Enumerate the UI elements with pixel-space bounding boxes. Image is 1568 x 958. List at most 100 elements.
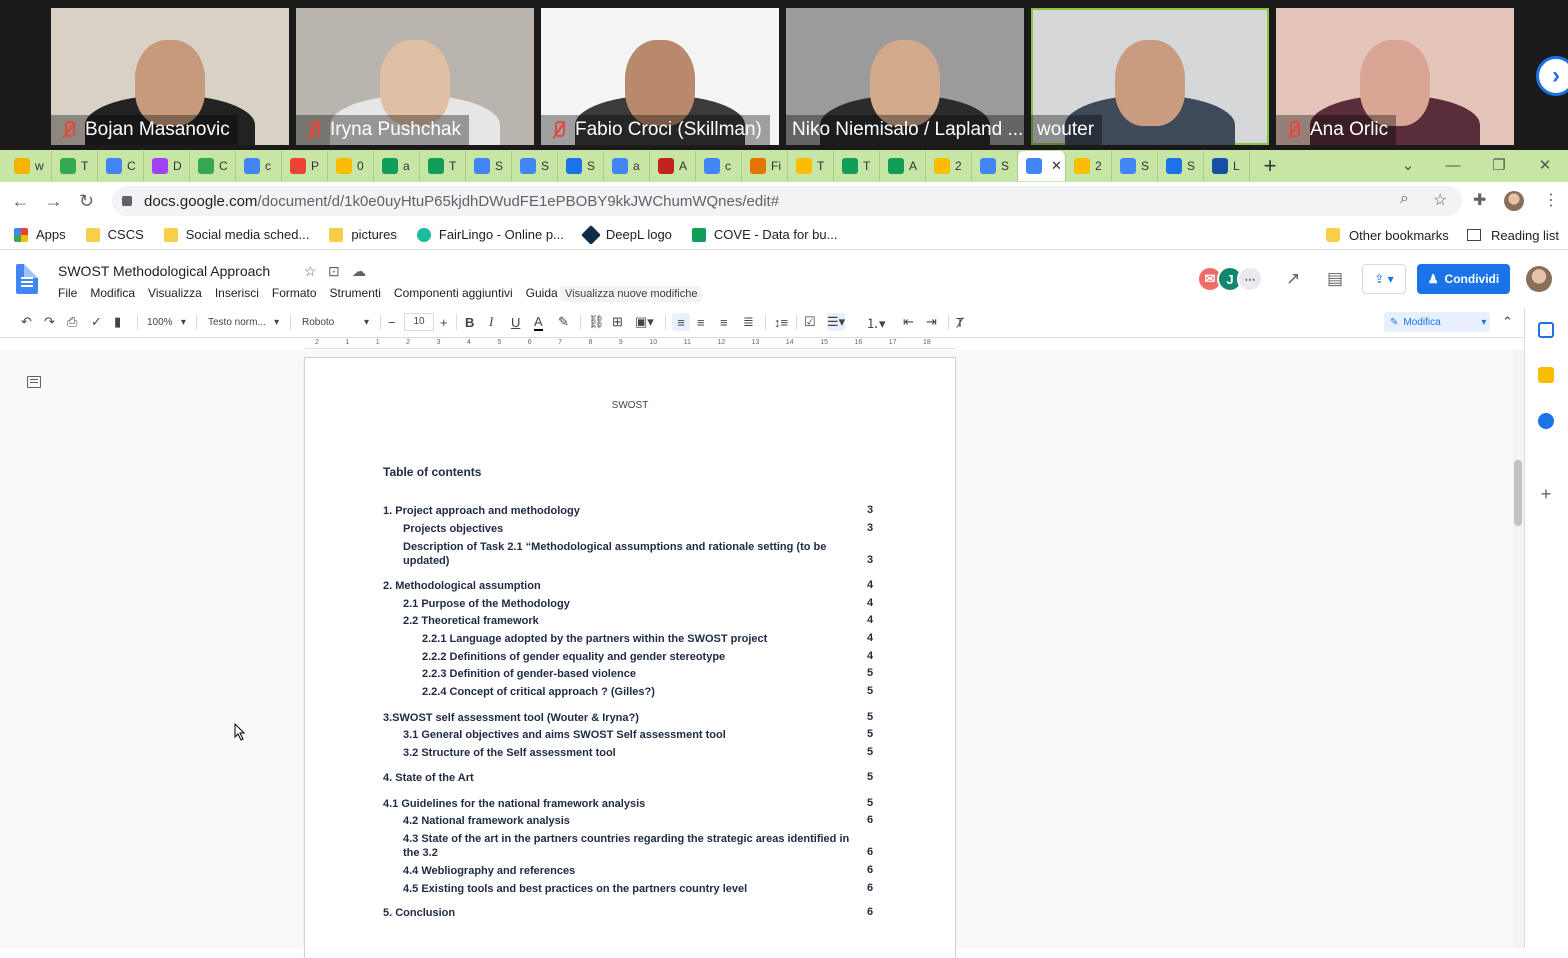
insert-image-icon[interactable]: ▣▾	[635, 313, 654, 331]
browser-tab[interactable]: A	[650, 151, 696, 181]
toc-entry[interactable]: 4.3 State of the art in the partners cou…	[403, 832, 862, 860]
decrease-indent-icon[interactable]: ⇤	[903, 313, 914, 331]
collapse-menus-icon[interactable]: ⌃	[1502, 313, 1513, 331]
toc-entry[interactable]: 5. Conclusion	[383, 906, 862, 920]
toc-entry[interactable]: 4.2 National framework analysis	[403, 814, 862, 828]
toc-entry[interactable]: 3.2 Structure of the Self assessment too…	[403, 746, 862, 760]
spellcheck-icon[interactable]: ✓	[91, 313, 102, 331]
decrease-font-size-button[interactable]: −	[388, 313, 396, 331]
participant-tile[interactable]: Bojan Masanovic	[51, 8, 289, 145]
bookmark-item[interactable]: pictures	[329, 227, 397, 242]
toc-entry[interactable]: 2. Methodological assumption	[383, 579, 862, 593]
clear-formatting-icon[interactable]: Ⱦ	[956, 313, 964, 331]
tab-search-icon[interactable]: ⌄	[1385, 150, 1431, 180]
forward-icon[interactable]: →	[37, 191, 70, 212]
menu-item[interactable]: File	[58, 286, 77, 300]
bookmark-item[interactable]: COVE - Data for bu...	[691, 227, 837, 242]
browser-tab[interactable]: 2	[926, 151, 972, 181]
participant-tile[interactable]: Fabio Croci (Skillman)	[541, 8, 779, 145]
keep-icon[interactable]	[1538, 367, 1554, 383]
add-addon-icon[interactable]: +	[1538, 485, 1554, 503]
calendar-icon[interactable]	[1538, 322, 1554, 338]
move-folder-icon[interactable]: ⊡	[328, 263, 340, 280]
increase-indent-icon[interactable]: ⇥	[926, 313, 937, 331]
browser-tab[interactable]: C	[98, 151, 144, 181]
scrollbar-thumb[interactable]	[1514, 460, 1522, 526]
zoom-icon[interactable]: ⌕	[1400, 190, 1409, 208]
tasks-icon[interactable]	[1538, 413, 1554, 429]
browser-tab[interactable]: C	[190, 151, 236, 181]
toc-entry[interactable]: 2.1 Purpose of the Methodology	[403, 597, 862, 611]
toc-entry[interactable]: Projects objectives	[403, 522, 862, 536]
print-icon[interactable]: ⎙	[67, 313, 77, 331]
restore-icon[interactable]: ❐	[1476, 150, 1522, 180]
paint-format-icon[interactable]: ▮	[114, 313, 121, 331]
participant-tile[interactable]: wouter	[1031, 8, 1269, 145]
checklist-icon[interactable]: ☑	[804, 313, 816, 331]
toc-entry[interactable]: 3.SWOST self assessment tool (Wouter & I…	[383, 711, 862, 725]
toc-entry[interactable]: 4.5 Existing tools and best practices on…	[403, 882, 862, 896]
bookmark-item[interactable]: DeepL logo	[580, 224, 672, 245]
browser-tab[interactable]: a	[604, 151, 650, 181]
menu-item[interactable]: Guida	[526, 286, 558, 300]
docs-logo-icon[interactable]	[16, 264, 38, 294]
browser-tab[interactable]: T	[834, 151, 880, 181]
italic-button[interactable]: I	[489, 313, 493, 331]
participant-tile[interactable]: Ana Orlic	[1276, 8, 1514, 145]
style-select[interactable]: Testo norm... ▾	[208, 313, 279, 331]
insert-link-icon[interactable]: ⛓	[588, 313, 605, 331]
highlight-color-icon[interactable]: ✎	[558, 313, 569, 331]
browser-tab[interactable]: Fi	[742, 151, 788, 181]
align-justify-icon[interactable]: ≣	[743, 313, 754, 331]
browser-tab[interactable]: T	[52, 151, 98, 181]
browser-tab[interactable]: S	[466, 151, 512, 181]
text-color-button[interactable]: A	[534, 313, 543, 331]
bookmark-star-icon[interactable]: ☆	[1433, 190, 1447, 210]
insert-comment-icon[interactable]: ⊞	[612, 313, 623, 331]
toc-entry[interactable]: 2.2.4 Concept of critical approach ? (Gi…	[422, 685, 862, 699]
browser-tab[interactable]: 2	[1066, 151, 1112, 181]
toc-entry[interactable]: Description of Task 2.1 “Methodological …	[403, 540, 862, 568]
menu-item[interactable]: Formato	[272, 286, 317, 300]
align-left-icon[interactable]: ≡	[672, 313, 690, 331]
document-title[interactable]: SWOST Methodological Approach	[58, 263, 270, 279]
align-right-icon[interactable]: ≡	[720, 313, 728, 331]
close-window-icon[interactable]: ✕	[1522, 150, 1568, 180]
extensions-icon[interactable]: ✚	[1473, 190, 1486, 210]
browser-tab[interactable]: S	[972, 151, 1018, 181]
new-tab-button[interactable]: +	[1250, 153, 1290, 179]
bookmark-item[interactable]: FairLingo - Online p...	[416, 227, 564, 242]
bulleted-list-icon[interactable]: ☰▾	[827, 313, 846, 331]
toc-entry[interactable]: 1. Project approach and methodology	[383, 504, 862, 518]
browser-tab[interactable]: 0	[328, 151, 374, 181]
menu-item[interactable]: Inserisci	[215, 286, 259, 300]
toc-entry[interactable]: 4. State of the Art	[383, 771, 862, 785]
browser-tab[interactable]: T	[788, 151, 834, 181]
redo-icon[interactable]: ↷	[44, 313, 55, 331]
editing-mode-select[interactable]: ✎ Modifica ▾	[1384, 312, 1490, 332]
address-bar[interactable]: docs.google.com/document/d/1k0e0uyHtuP65…	[112, 186, 1462, 216]
document-outline-icon[interactable]	[27, 376, 41, 388]
bookmark-item[interactable]: CSCS	[85, 227, 144, 242]
menu-item[interactable]: Strumenti	[330, 286, 381, 300]
ruler[interactable]: 2 1 1 2 3 4 5 6 7 8 9 10 11 12 13 14 15 16 17 18	[305, 339, 955, 349]
browser-tab[interactable]: D	[144, 151, 190, 181]
browser-tab[interactable]: P	[282, 151, 328, 181]
browser-tab[interactable]: S	[1112, 151, 1158, 181]
toc-entry[interactable]: 2.2.3 Definition of gender-based violenc…	[422, 667, 862, 681]
tab-close-icon[interactable]: ✕	[1051, 158, 1062, 174]
toc-entry[interactable]: 4.1 Guidelines for the national framewor…	[383, 797, 862, 811]
activity-trend-icon[interactable]: ↗	[1286, 269, 1300, 289]
align-center-icon[interactable]: ≡	[697, 313, 705, 331]
toc-entry[interactable]: 4.4 Webliography and references	[403, 864, 862, 878]
menu-item[interactable]: Visualizza	[148, 286, 202, 300]
browser-tab[interactable]: S	[512, 151, 558, 181]
comments-icon[interactable]: ▤	[1327, 269, 1343, 289]
share-button[interactable]: ♟ Condividi	[1417, 264, 1510, 294]
toc-entry[interactable]: 3.1 General objectives and aims SWOST Se…	[403, 728, 862, 742]
browser-tab[interactable]: A	[880, 151, 926, 181]
back-icon[interactable]: ←	[4, 191, 37, 212]
toc-entry[interactable]: 2.2.2 Definitions of gender equality and…	[422, 650, 862, 664]
zoom-select[interactable]: 100% ▾	[147, 313, 186, 331]
chat-icon[interactable]: ⋯	[1237, 266, 1263, 292]
